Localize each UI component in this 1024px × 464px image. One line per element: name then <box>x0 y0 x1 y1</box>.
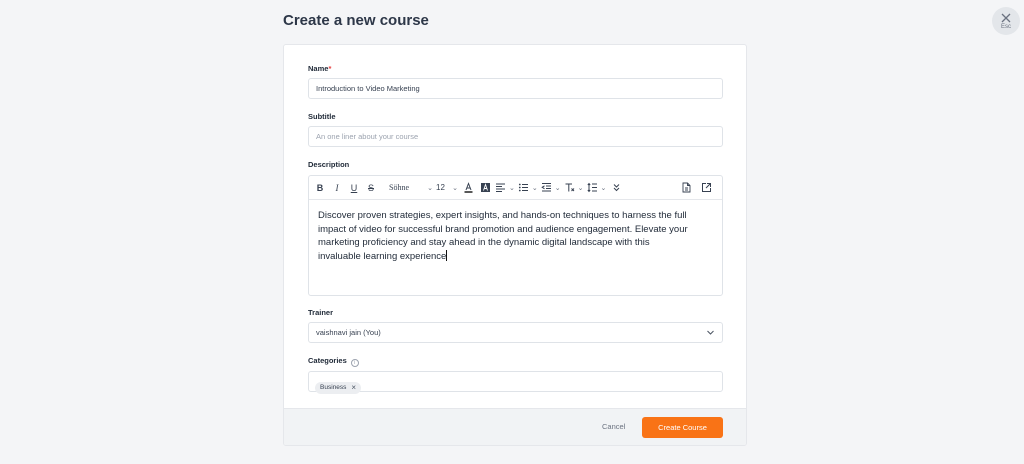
align-left-icon <box>496 183 505 192</box>
category-tag: Business × <box>315 381 362 394</box>
description-text: Discover proven strategies, expert insig… <box>318 210 688 262</box>
align-select[interactable]: ⌄ <box>495 180 515 196</box>
subtitle-label: Subtitle <box>308 112 336 121</box>
chevron-down-icon <box>707 330 714 335</box>
name-input[interactable] <box>308 78 723 99</box>
page-title: Create a new course <box>283 12 429 29</box>
clear-format-icon <box>565 183 574 192</box>
trainer-value: vaishnavi jain (You) <box>316 328 381 337</box>
document-icon <box>682 182 690 193</box>
text-format-select[interactable]: ⌄ <box>564 180 584 196</box>
italic-button[interactable]: I <box>330 180 344 196</box>
course-form-card: Name* Subtitle Description B I U S Söhne… <box>283 44 747 446</box>
chevron-down-icon: ⌄ <box>509 184 515 192</box>
description-editor: B I U S Söhne ⌄ 12 ⌄ ⌄ ⌄ ⌄ ⌄ ⌄ Discover … <box>308 175 723 296</box>
list-select[interactable]: ⌄ <box>518 180 538 196</box>
highlight-icon <box>480 183 490 192</box>
line-height-icon <box>586 182 597 193</box>
categories-label: Categories i <box>308 356 359 367</box>
close-icon <box>1001 13 1011 22</box>
font-size-select[interactable]: 12 ⌄ <box>436 180 458 196</box>
line-height-select[interactable]: ⌄ <box>586 180 607 196</box>
bullet-list-icon <box>518 183 528 192</box>
chevron-down-icon: ⌄ <box>600 184 607 192</box>
indent-select[interactable]: ⌄ <box>541 180 561 196</box>
remove-tag-icon[interactable]: × <box>351 383 356 392</box>
document-button[interactable] <box>679 180 693 196</box>
double-chevron-down-icon <box>613 184 620 192</box>
underline-button[interactable]: U <box>347 180 361 196</box>
outdent-icon <box>541 183 551 192</box>
subtitle-input[interactable] <box>308 126 723 147</box>
close-button[interactable]: Esc <box>992 7 1020 35</box>
highlight-color-button[interactable] <box>478 180 492 196</box>
form-footer: Cancel Create Course <box>284 408 746 445</box>
more-tools-button[interactable] <box>609 180 623 196</box>
description-content[interactable]: Discover proven strategies, expert insig… <box>309 200 704 272</box>
info-icon[interactable]: i <box>350 359 359 367</box>
trainer-label: Trainer <box>308 308 334 317</box>
font-family-value: Söhne <box>389 183 409 192</box>
cancel-button[interactable]: Cancel <box>602 422 625 431</box>
text-color-button[interactable] <box>461 180 475 196</box>
text-color-icon <box>464 182 472 193</box>
create-course-button[interactable]: Create Course <box>642 417 723 438</box>
font-size-value: 12 <box>436 183 445 192</box>
chevron-down-icon: ⌄ <box>577 184 584 192</box>
name-label: Name* <box>308 64 332 73</box>
bold-button[interactable]: B <box>313 180 327 196</box>
text-caret <box>446 249 448 261</box>
editor-toolbar: B I U S Söhne ⌄ 12 ⌄ ⌄ ⌄ ⌄ ⌄ ⌄ <box>309 176 722 200</box>
fullscreen-button[interactable] <box>699 180 713 196</box>
expand-icon <box>701 183 711 192</box>
chevron-down-icon: ⌄ <box>427 183 433 192</box>
categories-input[interactable]: Business × <box>308 371 723 394</box>
chevron-down-icon: ⌄ <box>531 184 538 192</box>
description-label: Description <box>308 160 350 169</box>
trainer-select[interactable]: vaishnavi jain (You) <box>308 322 723 343</box>
chevron-down-icon: ⌄ <box>554 184 561 192</box>
strikethrough-button[interactable]: S <box>364 180 378 196</box>
esc-label: Esc <box>1000 23 1011 30</box>
required-marker: * <box>328 64 332 73</box>
chevron-down-icon: ⌄ <box>452 184 458 192</box>
category-tag-label: Business <box>320 384 347 391</box>
font-family-select[interactable]: Söhne ⌄ <box>389 180 433 196</box>
